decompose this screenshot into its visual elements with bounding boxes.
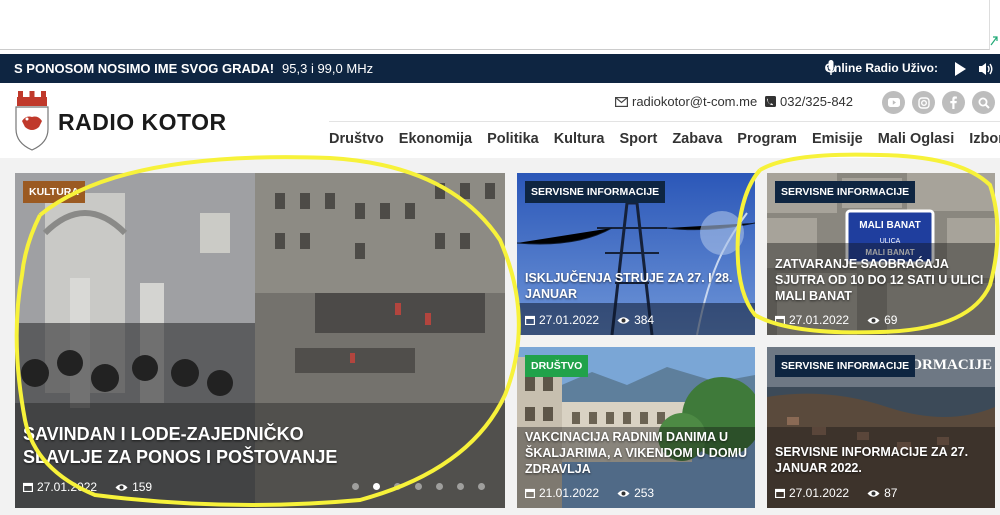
- category-badge[interactable]: SERVISNE INFORMACIJE: [775, 355, 916, 377]
- article-title[interactable]: SERVISNE INFORMACIJE ZA 27. JANUAR 2022.: [775, 444, 987, 476]
- article-card[interactable]: SERVISNE INFORMACIJE ISKLJUČENJA STRUJE …: [517, 173, 755, 335]
- nav-item-ekonomija[interactable]: Ekonomija: [391, 122, 479, 158]
- article-date: 21.01.2022: [539, 486, 600, 500]
- nav-item-sport[interactable]: Sport: [612, 122, 665, 158]
- views-count: 384: [617, 313, 654, 327]
- article-date: 27.01.2022: [37, 480, 98, 494]
- slider-dot[interactable]: [373, 483, 380, 490]
- facebook-icon[interactable]: [942, 91, 965, 114]
- eye-icon: [115, 483, 128, 491]
- article-title[interactable]: VAKCINACIJA RADNIM DANIMA U ŠKALJARIMA, …: [525, 429, 747, 477]
- expand-icon[interactable]: [990, 36, 998, 46]
- contact-phone[interactable]: 032/325-842: [765, 94, 853, 109]
- frequency: 95,3 i 99,0 MHz: [282, 61, 374, 76]
- nav-item-program[interactable]: Program: [730, 122, 805, 158]
- slogan: S PONOSOM NOSIMO IME SVOG GRADA!: [14, 61, 275, 76]
- featured-article[interactable]: KULTURA SAVINDAN I LODE-ZAJEDNIČKO SLAVL…: [15, 173, 505, 508]
- category-badge[interactable]: SERVISNE INFORMACIJE: [525, 181, 666, 203]
- social-links: [882, 91, 995, 114]
- contact-email[interactable]: radiokotor@t-com.me: [615, 94, 757, 109]
- nav-item-politika[interactable]: Politika: [480, 122, 547, 158]
- views-count: 159: [115, 480, 152, 494]
- views-value: 253: [634, 486, 655, 500]
- live-radio-label: Online Radio Uživo:: [824, 61, 938, 75]
- article-title[interactable]: SAVINDAN I LODE-ZAJEDNIČKO SLAVLJE ZA PO…: [23, 423, 343, 469]
- calendar-icon: [525, 488, 535, 498]
- views-value: 159: [132, 480, 153, 494]
- article-title[interactable]: ZATVARANJE SAOBRAĆAJA SJUTRA OD 10 DO 12…: [775, 256, 987, 304]
- article-meta: 27.01.2022 87: [775, 486, 897, 500]
- article-date: 27.01.2022: [789, 313, 850, 327]
- views-value: 69: [884, 313, 898, 327]
- article-date: 27.01.2022: [789, 486, 850, 500]
- volume-icon[interactable]: [978, 61, 994, 77]
- envelope-icon: [615, 96, 628, 107]
- instagram-icon[interactable]: [912, 91, 935, 114]
- nav-item-izbori-2020[interactable]: Izbori 2020: [962, 122, 1000, 158]
- youtube-icon[interactable]: [882, 91, 905, 114]
- slider-dots: [352, 483, 485, 490]
- nav-item-mali-oglasi[interactable]: Mali Oglasi: [870, 122, 962, 158]
- phone-icon: [765, 96, 776, 107]
- slider-dot[interactable]: [478, 483, 485, 490]
- eye-icon: [617, 316, 630, 324]
- article-card[interactable]: MALI BANAT ULICA MALI BANAT SERVISNE INF…: [767, 173, 995, 335]
- nav-item-zabava[interactable]: Zabava: [665, 122, 730, 158]
- article-meta: 27.01.2022 384: [525, 313, 654, 327]
- slider-dot[interactable]: [394, 483, 401, 490]
- article-card[interactable]: ORMACIJE SERVISNE INFORMACIJE SERVISNE I…: [767, 347, 995, 508]
- article-title[interactable]: ISKLJUČENJA STRUJE ZA 27. I 28. JANUAR: [525, 270, 747, 302]
- views-count: 69: [867, 313, 897, 327]
- views-value: 384: [634, 313, 655, 327]
- article-card[interactable]: DRUŠTVO VAKCINACIJA RADNIM DANIMA U ŠKAL…: [517, 347, 755, 508]
- blank-ad-frame: [0, 0, 990, 50]
- slider-dot[interactable]: [457, 483, 464, 490]
- slider-dot[interactable]: [415, 483, 422, 490]
- article-meta: 21.01.2022 253: [525, 486, 654, 500]
- calendar-icon: [525, 315, 535, 325]
- eye-icon: [867, 489, 880, 497]
- eye-icon: [617, 489, 630, 497]
- category-badge[interactable]: KULTURA: [23, 181, 85, 203]
- site-header: RADIO KOTOR radiokotor@t-com.me 032/325-…: [0, 83, 1000, 158]
- top-info-bar: S PONOSOM NOSIMO IME SVOG GRADA! 95,3 i …: [0, 54, 1000, 83]
- slider-dot[interactable]: [352, 483, 359, 490]
- views-count: 253: [617, 486, 654, 500]
- article-date: 27.01.2022: [539, 313, 600, 327]
- image-watermark-text: ORMACIJE: [910, 357, 992, 373]
- eye-icon: [867, 316, 880, 324]
- calendar-icon: [23, 482, 33, 492]
- category-badge[interactable]: SERVISNE INFORMACIJE: [775, 181, 916, 203]
- phone-text: 032/325-842: [780, 94, 854, 109]
- search-icon[interactable]: [972, 91, 995, 114]
- calendar-icon: [775, 488, 785, 498]
- category-badge[interactable]: DRUŠTVO: [525, 355, 589, 377]
- nav-item-drustvo[interactable]: Društvo: [329, 122, 391, 158]
- views-count: 87: [867, 486, 897, 500]
- browser-white-area: [0, 0, 1000, 54]
- article-meta: 27.01.2022 159: [23, 480, 152, 494]
- article-meta: 27.01.2022 69: [775, 313, 897, 327]
- nav-item-kultura[interactable]: Kultura: [546, 122, 612, 158]
- main-navigation: Društvo Ekonomija Politika Kultura Sport…: [329, 121, 1000, 158]
- views-value: 87: [884, 486, 898, 500]
- sign-street-top: MALI BANAT: [859, 220, 920, 231]
- radio-kotor-logo-icon[interactable]: [14, 91, 50, 151]
- logo-text[interactable]: RADIO KOTOR: [58, 109, 227, 136]
- play-icon[interactable]: [954, 62, 966, 76]
- nav-item-emisije[interactable]: Emisije: [804, 122, 870, 158]
- calendar-icon: [775, 315, 785, 325]
- email-text: radiokotor@t-com.me: [632, 94, 758, 109]
- slider-dot[interactable]: [436, 483, 443, 490]
